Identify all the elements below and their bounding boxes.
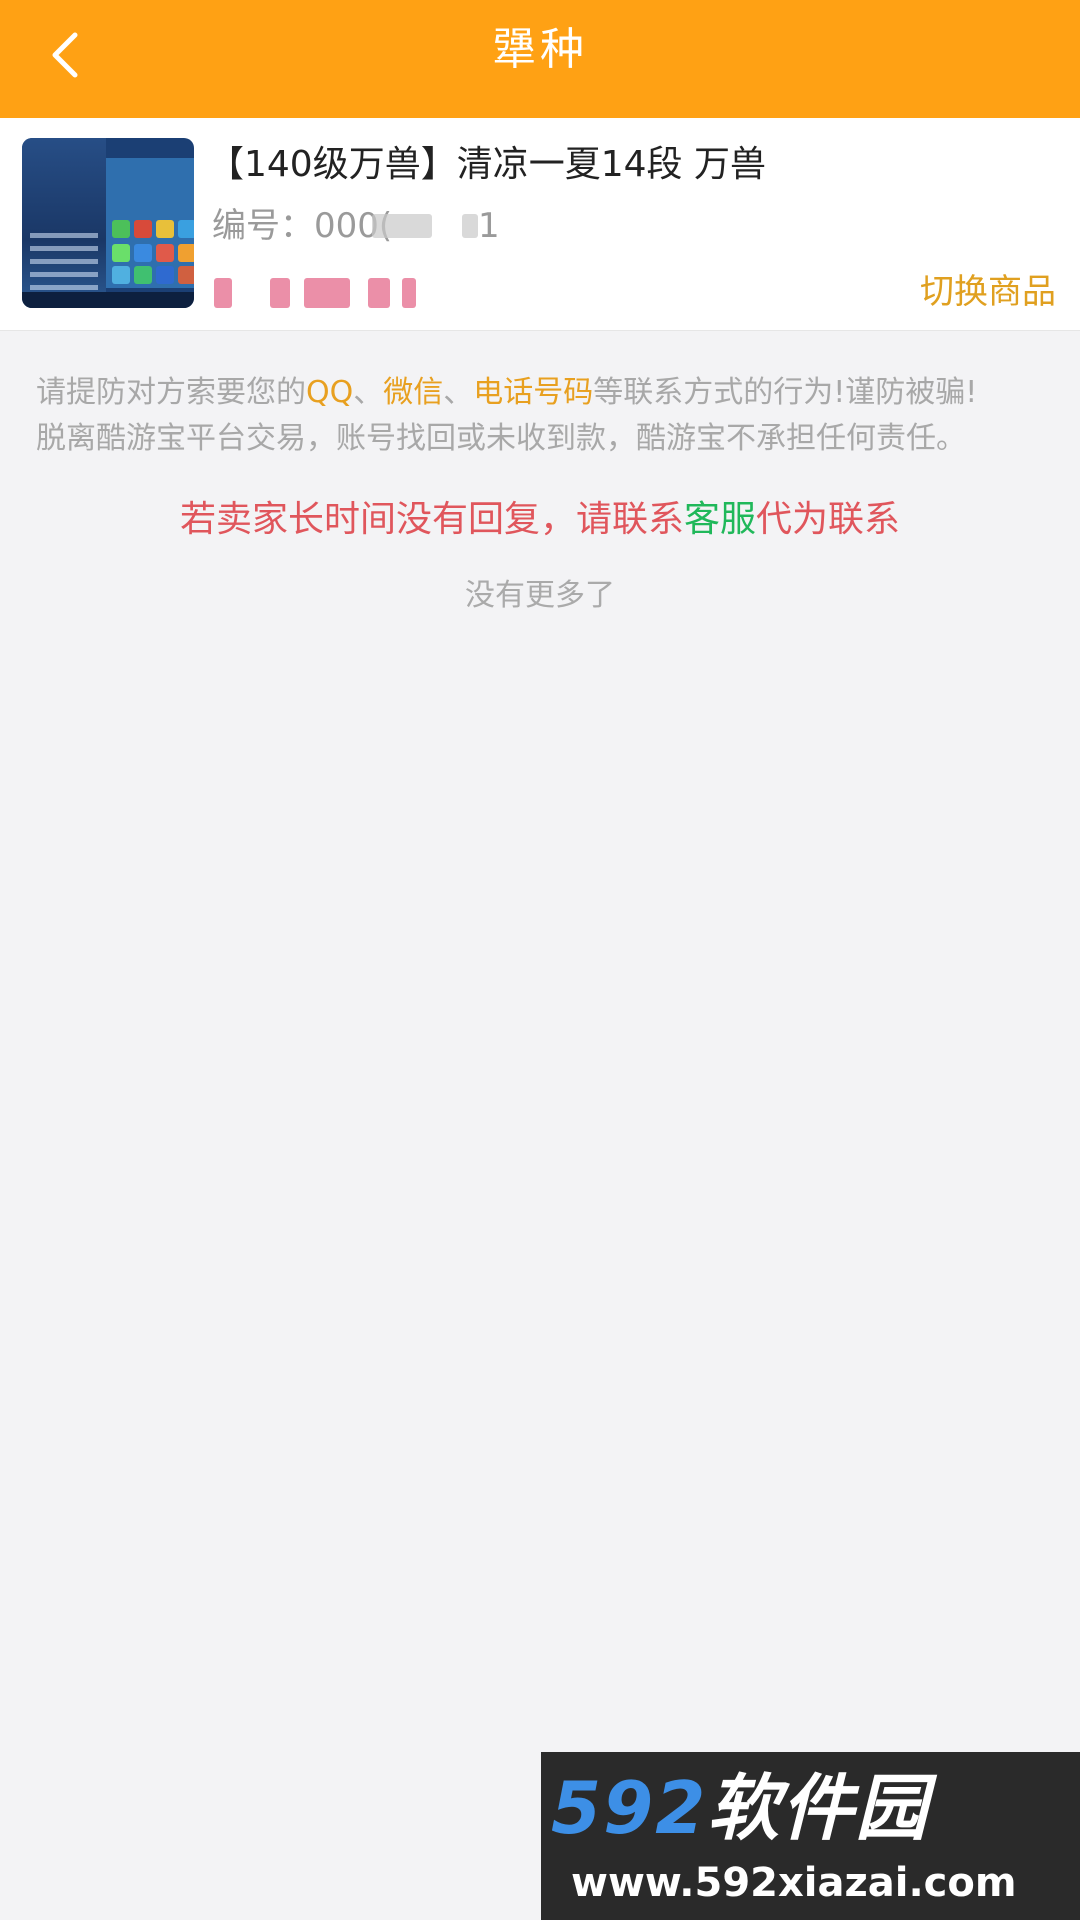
redacted-price-block: [368, 278, 390, 308]
top-app-bar: 犟种: [0, 0, 1080, 118]
redacted-id-block: [462, 214, 478, 238]
thumbnail-footer: [22, 292, 194, 308]
page-title: 犟种: [492, 24, 588, 75]
site-watermark: 592软件园 www.592xiazai.com: [541, 1752, 1080, 1920]
notice-highlight-qq: QQ: [306, 375, 354, 410]
redacted-price-block: [270, 278, 290, 308]
contact-text: 若卖家长时间没有回复，请联系: [179, 499, 684, 540]
product-id: 编号：000(: [212, 202, 392, 250]
switch-product-button[interactable]: 切换商品: [920, 268, 1056, 316]
thumbnail-skill-grid: [106, 158, 194, 288]
product-title: 【140级万兽】清凉一夏14段 万兽: [208, 144, 766, 185]
notice-highlight-wechat: 微信: [383, 375, 444, 410]
safety-notice: 请提防对方索要您的QQ、微信、电话号码等联系方式的行为!谨防被骗! 脱离酷游宝平…: [36, 370, 1046, 462]
product-card[interactable]: 【140级万兽】清凉一夏14段 万兽 编号：000( 1 切换商品: [0, 118, 1080, 331]
notice-separator: 、: [353, 375, 384, 410]
notice-highlight-phone: 电话号码: [473, 375, 594, 410]
contact-text: 代为联系: [756, 499, 901, 540]
product-id-label: 编号：: [212, 206, 314, 246]
watermark-logo: 592软件园: [551, 1760, 929, 1856]
redacted-price-block: [214, 278, 232, 308]
list-end-text: 没有更多了: [465, 578, 615, 613]
product-thumbnail[interactable]: [22, 138, 194, 308]
contact-service-hint: 若卖家长时间没有回复，请联系客服代为联系: [0, 494, 1080, 546]
redacted-price-block: [304, 278, 350, 308]
notice-text: 请提防对方索要您的: [36, 375, 306, 410]
notice-disclaimer: 脱离酷游宝平台交易，账号找回或未收到款，酷游宝不承担任何责任。: [36, 421, 966, 456]
product-id-tail: 1: [478, 206, 500, 246]
customer-service-link[interactable]: 客服: [684, 499, 756, 540]
redacted-price-block: [402, 278, 416, 308]
redacted-id-block: [372, 214, 432, 238]
watermark-logo-number: 592: [551, 1766, 708, 1850]
watermark-url: www.592xiazai.com: [571, 1860, 1017, 1906]
thumbnail-stats-panel: [22, 138, 106, 308]
watermark-logo-text: 软件园: [707, 1766, 930, 1850]
notice-text: 等联系方式的行为!谨防被骗!: [593, 375, 978, 410]
notice-separator: 、: [443, 375, 474, 410]
